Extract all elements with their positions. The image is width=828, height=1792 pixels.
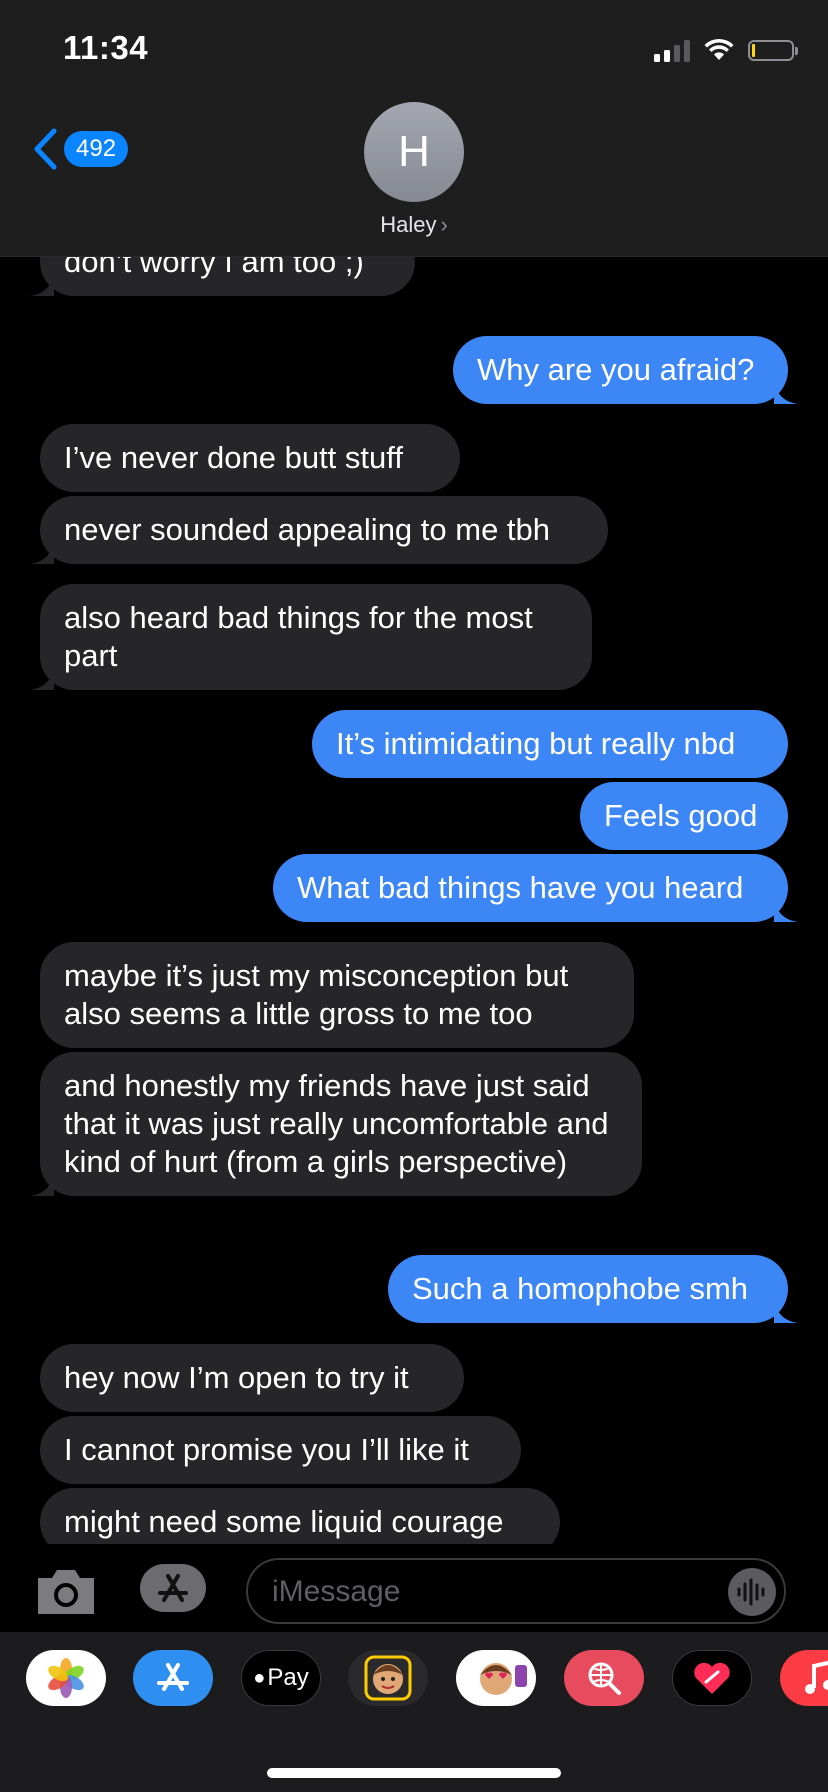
photos-app[interactable] xyxy=(26,1650,106,1706)
contact-name: Haley xyxy=(380,212,437,237)
audio-message-button[interactable] xyxy=(728,1568,776,1616)
sent-message[interactable]: It’s intimidating but really nbd xyxy=(312,710,788,778)
image-search-app[interactable] xyxy=(564,1650,644,1706)
back-button[interactable]: 492 xyxy=(32,128,129,170)
digital-touch-icon xyxy=(694,1662,730,1694)
apple-pay-label: Pay xyxy=(267,1664,309,1691)
unread-count-badge: 492 xyxy=(64,131,129,167)
imessage-app-drawer: ● Pay xyxy=(0,1632,828,1792)
app-store-button[interactable] xyxy=(140,1564,206,1612)
digital-touch-app[interactable] xyxy=(672,1650,752,1706)
message-thread[interactable]: don’t worry I am too ;) Why are you afra… xyxy=(0,256,828,1544)
contact-avatar[interactable]: H xyxy=(364,102,464,202)
status-icons xyxy=(654,35,798,65)
received-message[interactable]: don’t worry I am too ;) xyxy=(30,256,415,296)
message-input-placeholder: iMessage xyxy=(272,1575,401,1608)
received-message[interactable]: also heard bad things for the most part xyxy=(30,584,592,690)
received-message[interactable]: hey now I’m open to try it xyxy=(40,1344,464,1412)
sent-message[interactable]: Feels good xyxy=(580,782,788,850)
app-store-app[interactable] xyxy=(133,1650,213,1706)
cellular-signal-icon xyxy=(654,38,690,62)
compose-bar: iMessage xyxy=(0,1544,828,1632)
received-message[interactable]: I’ve never done butt stuff xyxy=(40,424,460,492)
memoji-icon xyxy=(364,1655,412,1701)
received-message[interactable]: might need some liquid courage xyxy=(40,1488,560,1544)
message-input[interactable]: iMessage xyxy=(246,1558,786,1624)
sent-message[interactable]: Such a homophobe smh xyxy=(388,1255,798,1323)
music-icon xyxy=(805,1660,828,1694)
chevron-left-icon xyxy=(34,128,57,170)
sent-message[interactable]: Why are you afraid? xyxy=(453,336,798,404)
waveform-icon xyxy=(737,1578,765,1606)
received-message[interactable]: maybe it’s just my misconception but als… xyxy=(40,942,634,1048)
image-search-icon xyxy=(588,1662,621,1695)
camera-icon xyxy=(38,1570,94,1614)
avatar-initial: H xyxy=(398,127,430,176)
received-message[interactable]: and honestly my friends have just said t… xyxy=(30,1052,642,1196)
status-time: 11:34 xyxy=(63,29,149,66)
app-store-icon xyxy=(157,1663,189,1691)
wifi-icon xyxy=(704,39,734,60)
battery-icon xyxy=(748,39,798,61)
received-message[interactable]: I cannot promise you I’ll like it xyxy=(40,1416,521,1484)
memoji-app[interactable] xyxy=(348,1650,428,1706)
music-app[interactable] xyxy=(780,1650,828,1706)
animoji-app[interactable] xyxy=(456,1650,536,1706)
received-message[interactable]: never sounded appealing to me tbh xyxy=(30,496,608,564)
conversation-header: 11:34 492 H Haley › xyxy=(0,0,828,257)
apple-pay-icon: ● xyxy=(253,1666,266,1689)
home-indicator[interactable] xyxy=(267,1768,561,1778)
app-store-icon xyxy=(158,1574,188,1602)
chevron-right-icon: › xyxy=(440,212,448,237)
photos-icon xyxy=(48,1658,84,1698)
animoji-icon xyxy=(480,1663,527,1695)
sent-message[interactable]: What bad things have you heard xyxy=(273,854,798,922)
apple-pay-app[interactable]: ● Pay xyxy=(241,1650,321,1706)
camera-button[interactable] xyxy=(34,1566,98,1621)
contact-name-button[interactable]: Haley › xyxy=(0,212,828,238)
